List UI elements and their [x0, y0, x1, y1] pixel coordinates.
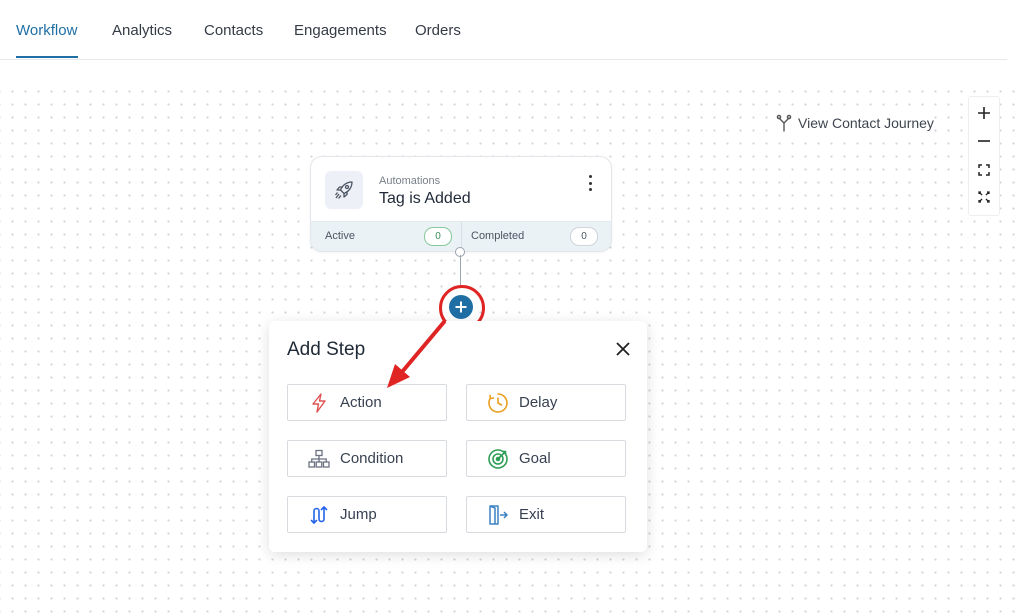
connector-line [460, 255, 461, 287]
clock-icon [487, 392, 509, 414]
completed-count-badge: 0 [570, 227, 598, 246]
expand-icon [978, 191, 990, 203]
active-tab-indicator [16, 56, 78, 58]
condition-option-label: Condition [340, 450, 404, 467]
target-icon [487, 448, 509, 470]
trigger-title: Tag is Added [379, 190, 471, 207]
delay-option-label: Delay [519, 394, 558, 411]
zoom-in-button[interactable] [969, 99, 999, 127]
active-label: Active [325, 230, 355, 242]
tab-engagements[interactable]: Engagements [294, 22, 387, 39]
view-contact-journey-label: View Contact Journey [798, 115, 934, 131]
condition-option-button[interactable]: Condition [287, 440, 447, 477]
fullscreen-button[interactable] [969, 183, 999, 211]
jump-icon [308, 504, 330, 526]
jump-option-button[interactable]: Jump [287, 496, 447, 533]
goal-option-button[interactable]: Goal [466, 440, 626, 477]
add-step-dialog: Add Step Action Delay Condition Goal Jum… [269, 321, 647, 552]
tab-contacts[interactable]: Contacts [204, 22, 263, 39]
hierarchy-icon [308, 448, 330, 470]
exit-icon [487, 504, 509, 526]
trigger-category: Automations [379, 175, 441, 187]
goal-option-label: Goal [519, 450, 551, 467]
tab-workflow[interactable]: Workflow [16, 22, 77, 39]
fit-screen-icon [978, 164, 990, 176]
lightning-icon [308, 392, 330, 414]
completed-label: Completed [471, 230, 525, 242]
branch-icon [776, 114, 792, 132]
more-options-icon[interactable] [585, 175, 595, 191]
active-count-badge: 0 [424, 227, 452, 246]
zoom-controls [968, 96, 1000, 216]
dialog-title: Add Step [287, 339, 366, 360]
tab-orders[interactable]: Orders [415, 22, 461, 39]
fit-screen-button[interactable] [969, 156, 999, 184]
jump-option-label: Jump [340, 506, 377, 523]
trigger-icon-box [325, 171, 363, 209]
add-step-button[interactable] [449, 295, 473, 319]
view-contact-journey-link[interactable]: View Contact Journey [776, 114, 934, 132]
close-button[interactable] [613, 339, 633, 359]
minus-icon [978, 140, 990, 142]
plus-icon [978, 107, 990, 119]
trigger-node-card[interactable]: Automations Tag is Added Active 0 Comple… [310, 156, 612, 252]
exit-option-label: Exit [519, 506, 545, 523]
action-option-button[interactable]: Action [287, 384, 447, 421]
plus-icon [455, 301, 467, 313]
close-icon [616, 342, 630, 356]
rocket-icon [334, 181, 353, 199]
top-tabs: Workflow Analytics Contacts Engagements … [0, 0, 1007, 60]
action-option-label: Action [340, 394, 382, 411]
tab-analytics[interactable]: Analytics [112, 22, 172, 39]
exit-option-button[interactable]: Exit [466, 496, 626, 533]
delay-option-button[interactable]: Delay [466, 384, 626, 421]
zoom-out-button[interactable] [969, 127, 999, 155]
